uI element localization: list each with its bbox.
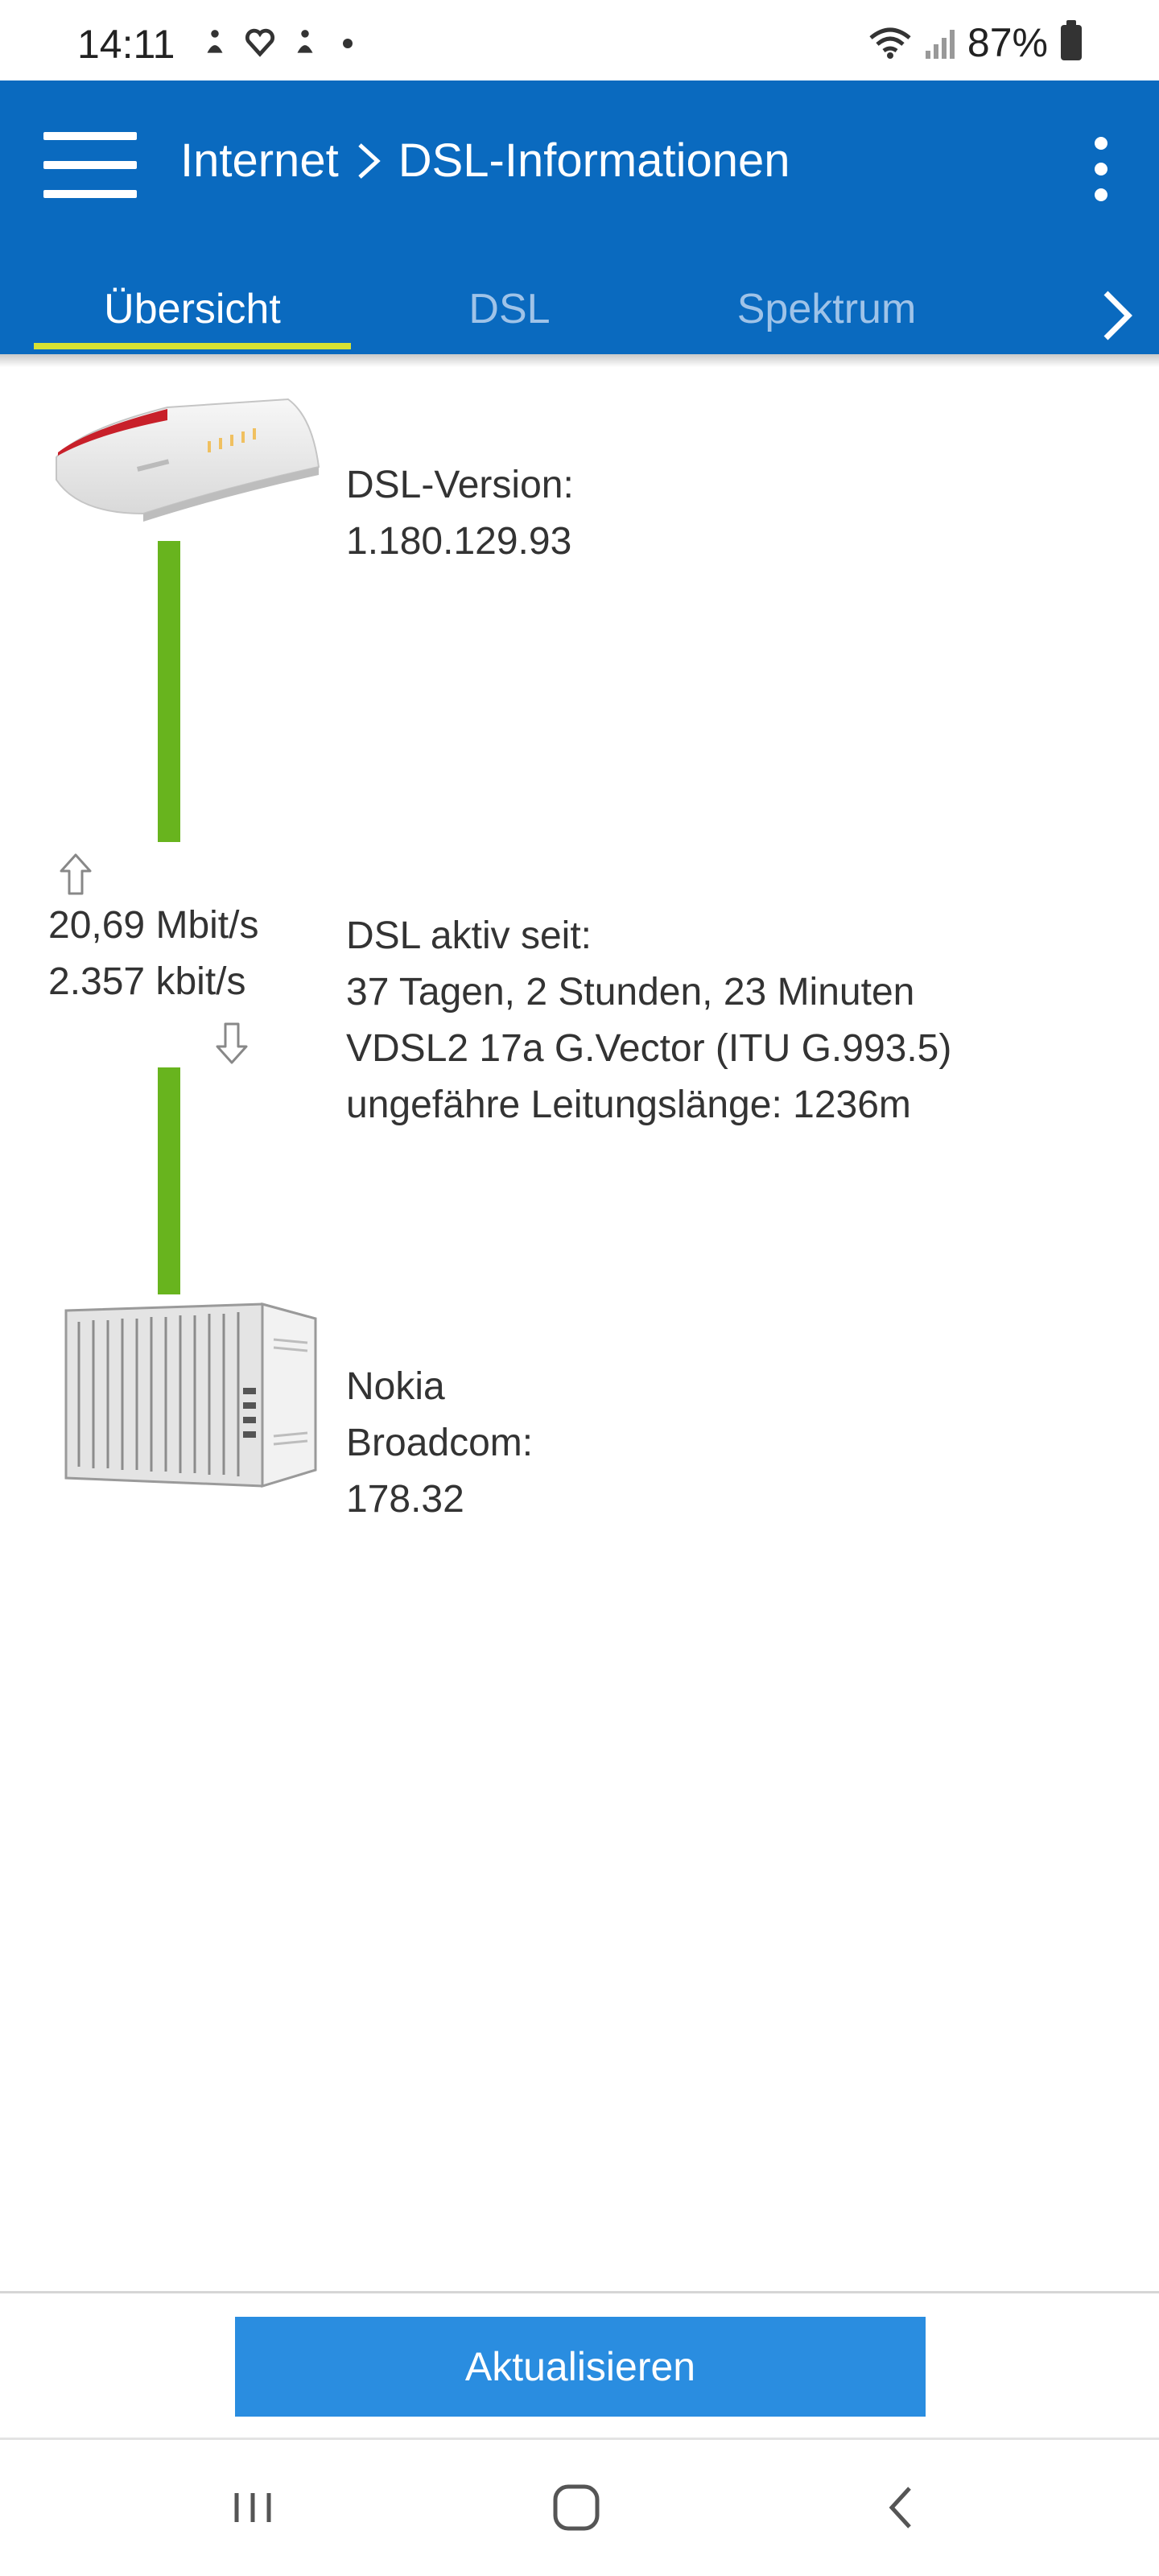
dsl-version-label: DSL-Version: [346, 464, 574, 506]
menu-icon-bar [43, 161, 137, 169]
dslam-vendor: Nokia [346, 1365, 445, 1408]
breadcrumb-current: DSL-Informationen [398, 134, 790, 187]
dslam-chip-label: Broadcom: [346, 1422, 534, 1464]
notification-icons [200, 27, 353, 58]
dslam-image [64, 1302, 317, 1488]
tab-bar: Übersicht DSL Spektrum [0, 267, 1159, 354]
upstream-speed: 20,69 Mbit/s [48, 904, 259, 947]
tab-uebersicht[interactable]: Übersicht [34, 267, 351, 354]
figure-icon [297, 30, 313, 53]
breadcrumb: Internet DSL-Informationen [180, 134, 790, 188]
more-vert-icon-dot [1095, 137, 1107, 150]
more-options-button[interactable] [1077, 137, 1125, 201]
dot-icon [343, 39, 353, 48]
breadcrumb-parent[interactable]: Internet [180, 134, 339, 188]
tab-dsl[interactable]: DSL [351, 267, 668, 354]
dslam-info: Nokia Broadcom: 178.32 [346, 1359, 533, 1528]
arrow-up-icon [60, 853, 92, 895]
app-bar: Internet DSL-Informationen Übersicht DSL… [0, 80, 1159, 354]
system-icons: 87% [868, 19, 1082, 66]
battery-percentage: 87% [967, 20, 1048, 65]
divider [0, 2291, 1159, 2293]
arrow-down-icon [216, 1022, 248, 1064]
chevron-right-icon [358, 142, 381, 179]
status-bar: 14:11 87% [0, 0, 1159, 80]
app-bar-shadow [0, 354, 1159, 367]
more-vert-icon-dot [1095, 188, 1107, 201]
more-vert-icon-dot [1095, 163, 1107, 175]
dslam-chip-version: 178.32 [346, 1478, 464, 1521]
recent-apps-icon[interactable] [221, 2475, 285, 2540]
chevron-right-icon[interactable] [1093, 283, 1141, 348]
active-tab-indicator [34, 343, 351, 349]
dsl-active-since-value: 37 Tagen, 2 Stunden, 23 Minuten [346, 971, 915, 1013]
router-image [56, 398, 320, 522]
menu-button[interactable] [43, 132, 137, 200]
downstream-speed: 2.357 kbit/s [48, 960, 246, 1003]
dsl-connection-info: DSL aktiv seit: 37 Tagen, 2 Stunden, 23 … [346, 908, 951, 1133]
status-time: 14:11 [77, 22, 175, 67]
system-nav-bar [0, 2440, 1159, 2576]
dsl-active-since-label: DSL aktiv seit: [346, 914, 592, 957]
heart-icon [245, 28, 275, 57]
figure-icon [207, 30, 223, 53]
menu-icon-bar [43, 190, 137, 198]
dsl-version-info: DSL-Version: 1.180.129.93 [346, 457, 574, 570]
dsl-line-length: ungefähre Leitungslänge: 1236m [346, 1084, 911, 1126]
signal-icon [925, 30, 955, 59]
dsl-version-value: 1.180.129.93 [346, 520, 572, 563]
refresh-button[interactable]: Aktualisieren [235, 2317, 926, 2417]
dsl-line-upper [158, 541, 180, 842]
dsl-line-lower [158, 1067, 180, 1294]
dsl-standard: VDSL2 17a G.Vector (ITU G.993.5) [346, 1027, 952, 1070]
back-icon[interactable] [871, 2475, 935, 2540]
home-icon[interactable] [544, 2475, 608, 2540]
tab-spektrum[interactable]: Spektrum [668, 267, 985, 354]
battery-icon [1061, 20, 1082, 60]
wifi-icon [869, 27, 911, 59]
menu-icon-bar [43, 132, 137, 140]
